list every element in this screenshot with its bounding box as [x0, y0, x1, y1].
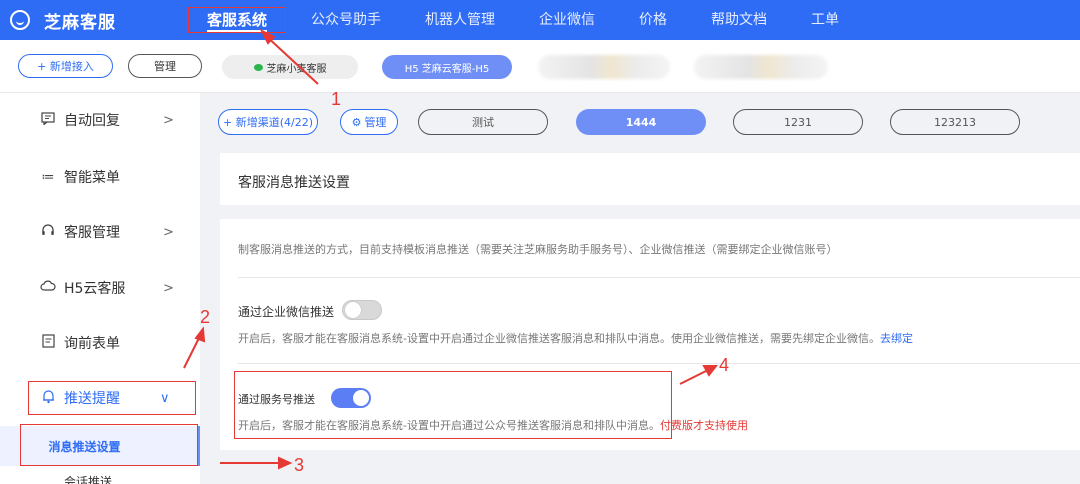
- push-intro-text: 制客服消息推送的方式，目前支持模板消息推送（需要关注芝麻服务助手服务号）、企业微…: [238, 243, 838, 256]
- main-content: + 新增渠道(4/22) ⚙ 管理 测试 1444 1231 123213 客服消…: [200, 93, 1080, 484]
- annotation-number-2: 2: [200, 307, 211, 327]
- add-access-button[interactable]: + 新增接入: [18, 54, 113, 78]
- brand[interactable]: 芝麻客服: [0, 8, 185, 33]
- settings-header-panel: 客服消息推送设置: [220, 153, 1080, 205]
- sidebar-item-pre-chat-form[interactable]: 询前表单: [0, 323, 200, 363]
- form-icon: [40, 334, 56, 352]
- channel-blurred-2[interactable]: [694, 55, 828, 79]
- channel-h5[interactable]: H5 芝麻云客服-H5: [382, 55, 512, 79]
- wecom-desc-text: 开启后，客服才能在客服消息系统-设置中开启通过企业微信推送客服消息和排队中消息。…: [238, 332, 880, 345]
- wechat-icon: [253, 63, 263, 71]
- manage-label: 管理: [364, 116, 387, 129]
- chevron-right-icon: >: [163, 112, 174, 128]
- gear-icon: ⚙: [351, 115, 362, 129]
- toggle-knob: [345, 302, 361, 318]
- page-title: 客服消息推送设置: [238, 175, 350, 191]
- annotation-box-sub-item: [20, 424, 198, 466]
- manage-channel-button[interactable]: ⚙ 管理: [340, 109, 398, 135]
- smile-logo-icon: [10, 10, 30, 30]
- nav-customer-service[interactable]: 客服系统: [185, 0, 289, 40]
- sidebar-label: H5云客服: [64, 281, 126, 297]
- paid-only-note: 付费版才支持使用: [659, 419, 748, 432]
- channel-label: 芝麻小麦客服: [266, 63, 327, 75]
- highlight-box: [188, 7, 287, 33]
- nav-help-docs[interactable]: 帮助文档: [689, 0, 789, 40]
- list-icon: ≔: [41, 169, 55, 185]
- main-nav: 客服系统 公众号助手 机器人管理 企业微信 价格 帮助文档 工单: [185, 0, 861, 40]
- divider: [238, 363, 1080, 364]
- sidebar-label: 客服管理: [64, 225, 120, 241]
- sidebar-label: 自动回复: [64, 113, 120, 129]
- channel-blurred-1[interactable]: [538, 55, 670, 79]
- sidebar-item-h5-cloud[interactable]: H5云客服 >: [0, 268, 200, 308]
- brand-name: 芝麻客服: [44, 12, 116, 33]
- sidebar-item-agent-management[interactable]: 客服管理 >: [0, 212, 200, 252]
- add-channel-button[interactable]: + 新增渠道(4/22): [218, 109, 318, 135]
- access-bar: + 新增接入 管理 芝麻小麦客服 H5 芝麻云客服-H5: [0, 40, 1080, 93]
- channel-tab[interactable]: 测试: [418, 109, 548, 135]
- sidebar-subitem-session-push[interactable]: 会话推送: [64, 473, 112, 484]
- sidebar: 自动回复 > ≔ 智能菜单 客服管理 > H5云客服 > 询前表单 推送提醒 ∨…: [0, 93, 200, 484]
- channel-tab[interactable]: 123213: [890, 109, 1020, 135]
- sidebar-item-smart-menu[interactable]: ≔ 智能菜单: [0, 157, 200, 197]
- wecom-push-toggle[interactable]: [342, 300, 382, 320]
- nav-official-account[interactable]: 公众号助手: [289, 0, 403, 40]
- annotation-number-4: 4: [719, 355, 730, 375]
- settings-panel: 制客服消息推送的方式，目前支持模板消息推送（需要关注芝麻服务助手服务号）、企业微…: [220, 219, 1080, 450]
- annotation-number-1: 1: [331, 89, 342, 109]
- sidebar-label: 智能菜单: [64, 170, 120, 186]
- nav-robot-management[interactable]: 机器人管理: [403, 0, 517, 40]
- chevron-right-icon: >: [163, 280, 174, 296]
- message-square-icon: [40, 111, 56, 129]
- bind-wecom-link[interactable]: 去绑定: [880, 332, 913, 345]
- cloud-icon: [40, 280, 56, 296]
- wecom-push-desc: 开启后，客服才能在客服消息系统-设置中开启通过企业微信推送客服消息和排队中消息。…: [238, 330, 913, 346]
- wecom-push-label: 通过企业微信推送: [238, 305, 335, 319]
- annotation-box-push-reminder: [28, 381, 196, 415]
- nav-wecom[interactable]: 企业微信: [517, 0, 617, 40]
- channel-tab-active[interactable]: 1444: [576, 109, 706, 135]
- nav-pricing[interactable]: 价格: [617, 0, 689, 40]
- divider: [238, 277, 1080, 278]
- sidebar-label: 询前表单: [64, 336, 120, 352]
- annotation-box-service-account: [234, 371, 672, 439]
- headset-icon: [40, 223, 56, 241]
- nav-tickets[interactable]: 工单: [789, 0, 861, 40]
- chevron-right-icon: >: [163, 224, 174, 240]
- annotation-number-3: 3: [294, 455, 305, 475]
- channel-wechat[interactable]: 芝麻小麦客服: [222, 55, 358, 79]
- sidebar-item-auto-reply[interactable]: 自动回复 >: [0, 100, 200, 140]
- top-navigation-bar: 芝麻客服 客服系统 公众号助手 机器人管理 企业微信 价格 帮助文档 工单: [0, 0, 1080, 40]
- channel-tab[interactable]: 1231: [733, 109, 863, 135]
- manage-access-button[interactable]: 管理: [128, 54, 202, 78]
